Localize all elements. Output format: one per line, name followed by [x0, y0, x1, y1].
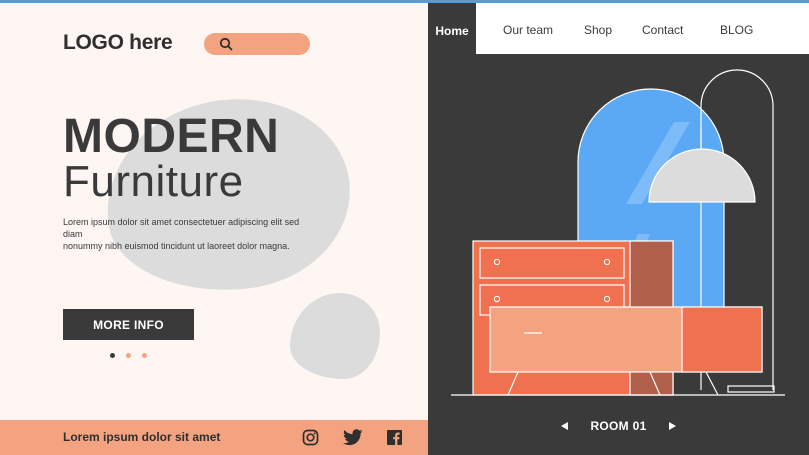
logo[interactable]: LOGO here	[63, 31, 173, 55]
footer-text: Lorem ipsum dolor sit amet	[63, 430, 221, 444]
nav-item-our-team[interactable]: Our team	[503, 23, 553, 37]
search-icon[interactable]	[219, 37, 233, 51]
carousel-dot[interactable]	[126, 353, 131, 358]
triangle-left-icon[interactable]	[560, 421, 570, 431]
carousel-dot[interactable]	[142, 353, 147, 358]
nav-item-shop[interactable]: Shop	[584, 23, 612, 37]
carousel-dots	[110, 353, 147, 358]
top-navigation: Our team Shop Contact BLOG	[476, 3, 809, 54]
hero-description-line: Lorem ipsum dolor sit amet consectetuer …	[63, 217, 300, 239]
triangle-right-icon[interactable]	[667, 421, 677, 431]
twitter-icon[interactable]	[343, 429, 363, 446]
nav-item-home[interactable]: Home	[428, 3, 476, 54]
room-label: ROOM 01	[590, 419, 647, 433]
hero-subtitle: Furniture	[63, 157, 244, 206]
nav-item-contact[interactable]: Contact	[642, 23, 683, 37]
furniture-illustration	[451, 69, 785, 396]
hero-title: MODERN	[63, 110, 280, 163]
left-panel: LOGO here MODERN Furniture Lorem ipsum d…	[0, 3, 428, 455]
more-info-button[interactable]: MORE INFO	[63, 309, 194, 340]
hero-description: Lorem ipsum dolor sit amet consectetuer …	[63, 216, 313, 252]
search-bar[interactable]	[204, 33, 310, 55]
hero-description-line: nonummy nibh euismod tincidunt ut laoree…	[63, 241, 290, 251]
nav-item-blog[interactable]: BLOG	[720, 23, 753, 37]
landing-page: LOGO here MODERN Furniture Lorem ipsum d…	[0, 3, 809, 455]
carousel-dot[interactable]	[110, 353, 115, 358]
facebook-icon[interactable]	[387, 430, 402, 445]
instagram-icon[interactable]	[302, 429, 319, 446]
room-navigation: ROOM 01	[428, 416, 809, 436]
decorative-blob-small	[290, 293, 380, 379]
right-panel: Home Our team Shop Contact BLOG ROOM 01	[428, 3, 809, 455]
footer-bar: Lorem ipsum dolor sit amet	[0, 420, 428, 455]
